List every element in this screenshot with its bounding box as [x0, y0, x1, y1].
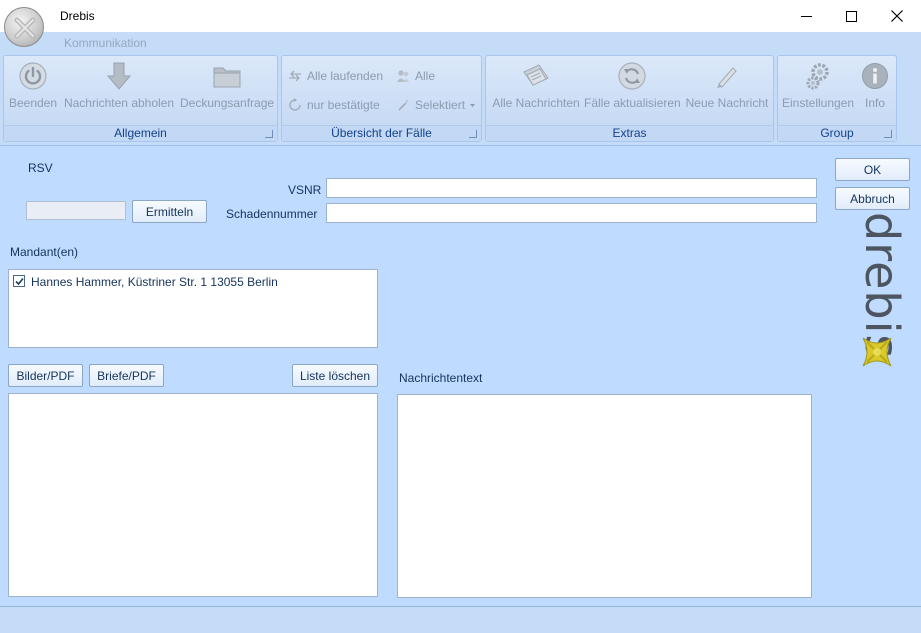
schadennummer-input[interactable] [326, 203, 817, 223]
vsnr-label: VSNR [288, 183, 322, 197]
chevron-down-icon [470, 103, 476, 107]
tab-kommunikation[interactable]: Kommunikation [64, 36, 147, 50]
abbruch-button[interactable]: Abbruch [835, 187, 910, 210]
mandanten-list: Hannes Hammer, Küstriner Str. 1 13055 Be… [8, 269, 378, 348]
mandant-text: Hannes Hammer, Küstriner Str. 1 13055 Be… [31, 275, 278, 289]
group-label-allgemein: Allgemein [4, 125, 277, 141]
messages-icon [523, 64, 549, 86]
nachrichten-abholen-button[interactable]: Nachrichten abholen [62, 60, 176, 110]
mandanten-label: Mandant(en) [10, 245, 79, 259]
deckungsanfrage-button[interactable]: Deckungsanfrage [180, 60, 274, 110]
minimize-button[interactable] [783, 0, 829, 32]
neue-nachricht-label: Neue Nachricht [685, 96, 769, 110]
liste-loeschen-button[interactable]: Liste löschen [292, 364, 378, 387]
beenden-button[interactable]: Beenden [8, 60, 58, 110]
alle-button[interactable]: Alle [396, 66, 435, 86]
minimize-icon [800, 15, 812, 17]
beenden-label: Beenden [8, 96, 58, 110]
maximize-icon [845, 10, 857, 22]
drebis-brand-logo: drebis [843, 212, 909, 374]
alle-laufenden-button[interactable]: Alle laufenden [288, 66, 383, 86]
alle-label: Alle [415, 69, 436, 83]
drebis-mark-icon [862, 337, 892, 367]
einstellungen-button[interactable]: Einstellungen [781, 60, 855, 110]
arrows-icon [289, 70, 301, 82]
maximize-button[interactable] [828, 0, 874, 32]
ribbon-group-uebersicht: Alle laufenden Alle nur bestätigte Selek… [281, 55, 482, 142]
schadennummer-label: Schadennummer [226, 207, 318, 221]
close-icon [891, 10, 903, 22]
group-label-uebersicht: Übersicht der Fälle [282, 125, 481, 141]
ribbon: Beenden Nachrichten abholen Deckungsanfr… [0, 53, 921, 146]
info-button[interactable]: Info [858, 60, 892, 110]
refresh-circle-icon [618, 62, 646, 90]
title-bar: Drebis [0, 0, 921, 32]
bilder-pdf-button[interactable]: Bilder/PDF [8, 364, 83, 387]
vsnr-input[interactable] [326, 178, 817, 198]
neue-nachricht-button[interactable]: Neue Nachricht [684, 60, 770, 110]
ribbon-tab-row: Kommunikation [0, 32, 921, 53]
info-icon [862, 63, 888, 89]
briefe-pdf-button[interactable]: Briefe/PDF [89, 364, 164, 387]
alle-nachrichten-label: Alle Nachrichten [492, 96, 580, 110]
nachrichtentext-label: Nachrichtentext [399, 371, 483, 385]
alle-nachrichten-button[interactable]: Alle Nachrichten [490, 60, 582, 110]
application-menu-button[interactable] [4, 7, 44, 47]
group-icon [397, 70, 409, 82]
folder-icon [213, 67, 241, 88]
dialog-launcher-icon[interactable] [884, 130, 892, 138]
selektiert-label: Selektiert [415, 98, 466, 112]
alle-laufenden-label: Alle laufenden [307, 69, 384, 83]
download-arrow-icon [106, 62, 132, 90]
refresh-icon [289, 98, 301, 111]
deckungsanfrage-label: Deckungsanfrage [180, 96, 275, 110]
selektiert-dropdown[interactable]: Selektiert [396, 95, 476, 115]
faelle-aktualisieren-label: Fälle aktualisieren [584, 96, 681, 110]
einstellungen-label: Einstellungen [781, 96, 855, 110]
ribbon-group-allgemein: Beenden Nachrichten abholen Deckungsanfr… [3, 55, 278, 142]
dialog-launcher-icon[interactable] [265, 130, 273, 138]
ribbon-group-extras: Alle Nachrichten Fälle aktualisieren Neu… [485, 55, 774, 142]
power-icon [19, 62, 47, 90]
checkmark-icon [15, 277, 24, 286]
ok-button[interactable]: OK [835, 158, 910, 181]
nachrichtentext-textarea[interactable] [397, 394, 812, 598]
nur-bestaetigte-button[interactable]: nur bestätigte [288, 95, 380, 115]
drebis-logo-icon [14, 17, 36, 39]
group-label-extras: Extras [486, 125, 773, 141]
pencil-icon [717, 67, 737, 88]
gear-icon [806, 63, 829, 90]
status-bar [0, 606, 921, 633]
attachments-list[interactable] [8, 393, 378, 597]
list-item[interactable]: Hannes Hammer, Küstriner Str. 1 13055 Be… [13, 275, 373, 289]
mandant-checkbox[interactable] [13, 275, 25, 287]
window-title: Drebis [60, 9, 95, 23]
dialog-launcher-icon[interactable] [469, 130, 477, 138]
group-label-group: Group [778, 125, 896, 141]
magic-wand-icon [398, 99, 409, 111]
ermitteln-button[interactable]: Ermitteln [132, 200, 207, 223]
rsv-field [26, 201, 126, 220]
faelle-aktualisieren-button[interactable]: Fälle aktualisieren [584, 60, 681, 110]
nur-bestaetigte-label: nur bestätigte [307, 98, 380, 112]
close-button[interactable] [874, 0, 920, 32]
info-label: Info [864, 96, 885, 110]
rsv-label: RSV [28, 161, 53, 175]
ribbon-group-group: Einstellungen Info Group [777, 55, 897, 142]
nachrichten-abholen-label: Nachrichten abholen [63, 96, 175, 110]
